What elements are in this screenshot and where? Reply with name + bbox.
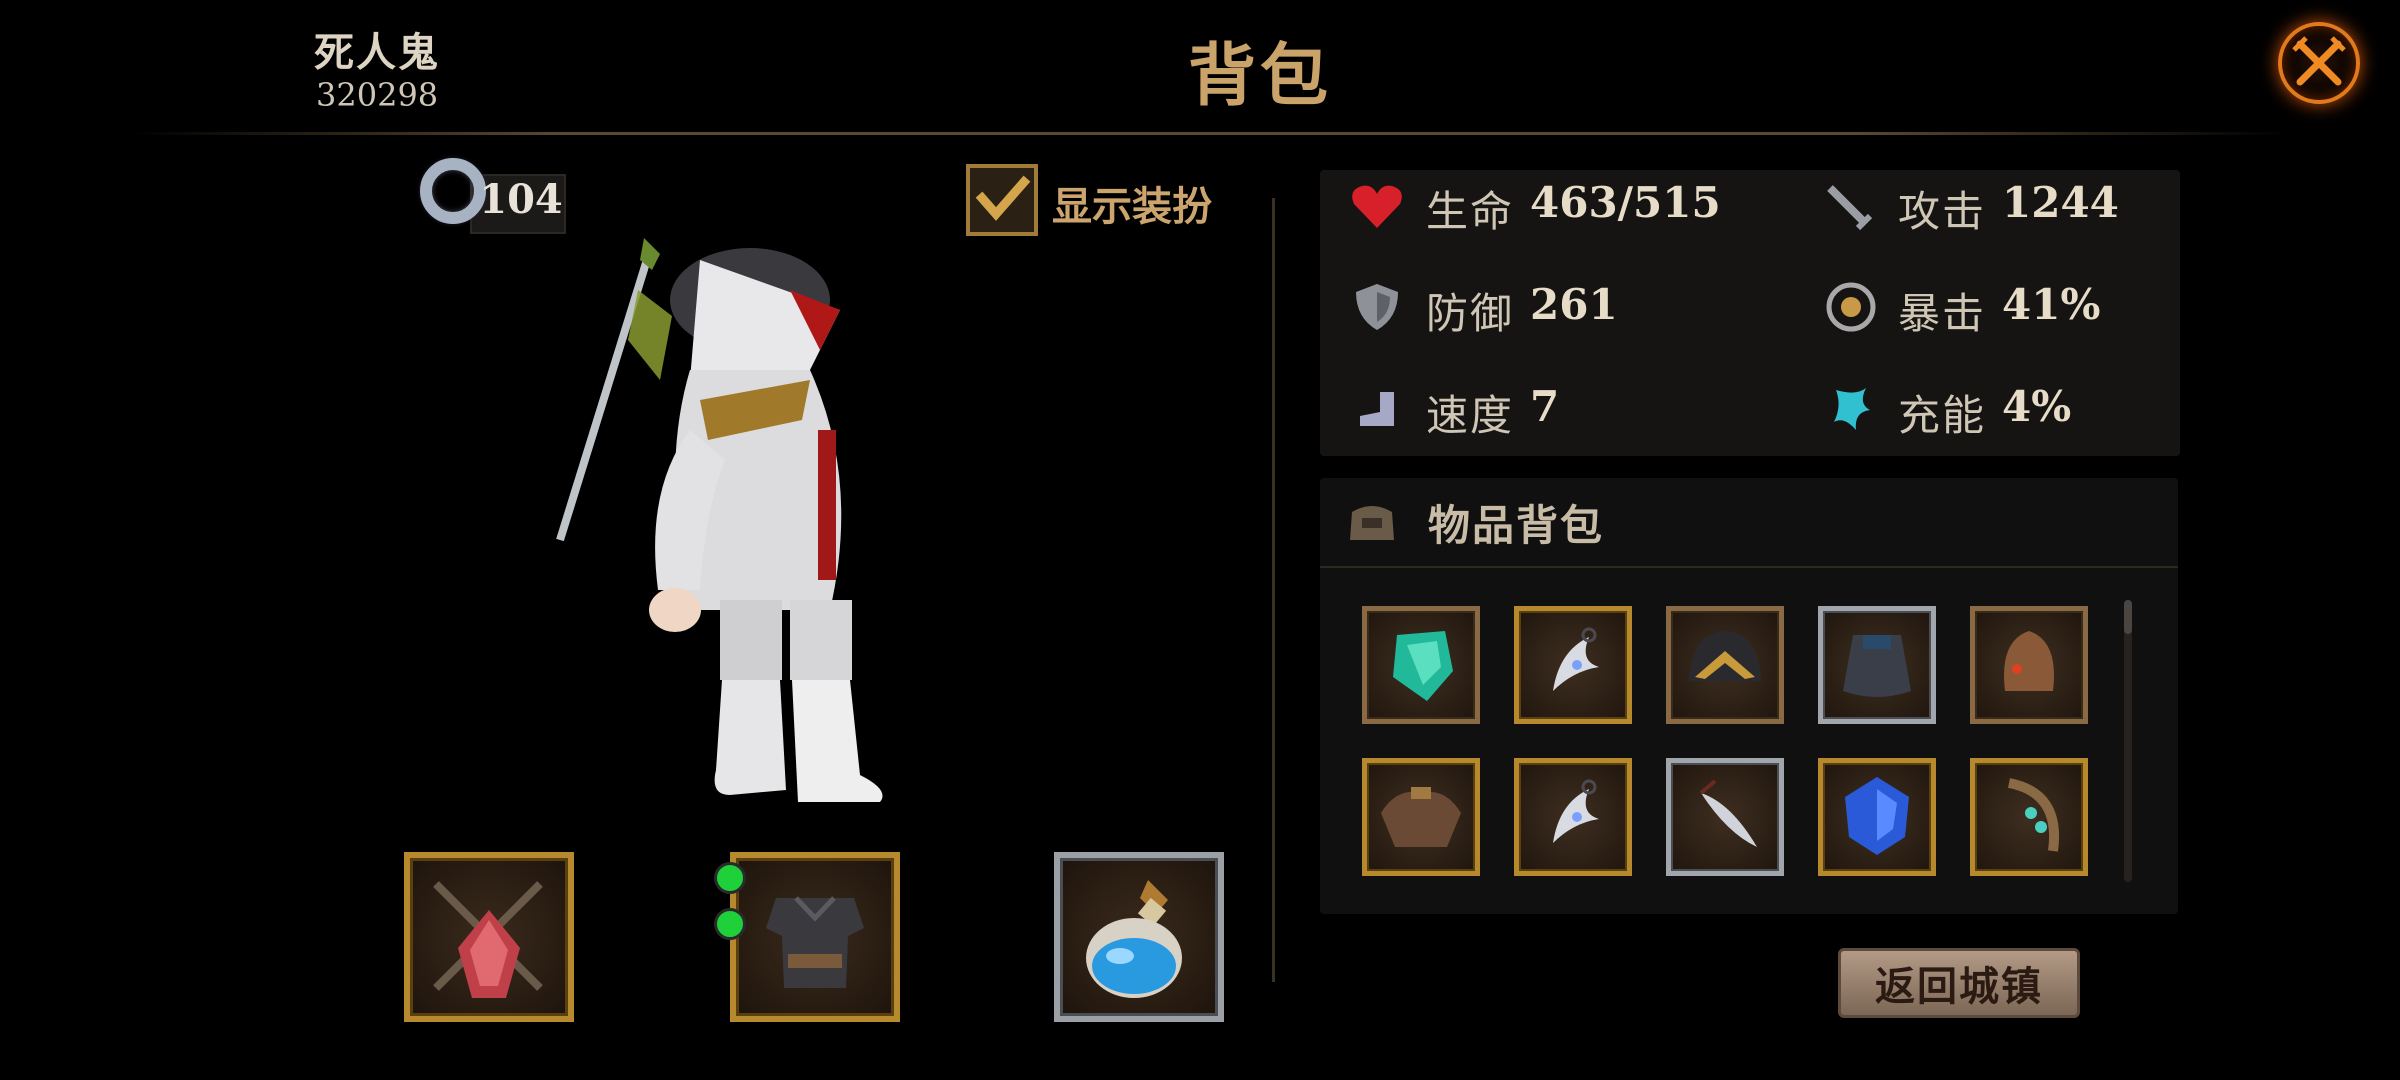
- crescent-amulet-icon: [1553, 627, 1599, 691]
- show-outfit-checkbox[interactable]: [966, 164, 1038, 236]
- character-model[interactable]: [540, 230, 960, 810]
- critical-icon: [1826, 282, 1876, 332]
- stat-value-hp: 463/515: [1530, 178, 1721, 227]
- energy-icon: [1834, 388, 1870, 430]
- gem-socket-1: [714, 862, 746, 894]
- leather-helmet-icon: [2004, 631, 2054, 691]
- inventory-item-8[interactable]: [1666, 758, 1784, 876]
- stat-label-energy: 充能: [1898, 391, 1987, 440]
- level-value: 104: [479, 176, 563, 223]
- inventory-item-10[interactable]: [1970, 758, 2088, 876]
- leather-shoulders-icon: [1381, 787, 1461, 847]
- green-crystal-icon: [1393, 631, 1453, 701]
- inventory-item-6[interactable]: [1362, 758, 1480, 876]
- armor-slot[interactable]: [714, 852, 900, 1022]
- stat-value-attack: 1244: [2002, 178, 2119, 227]
- gem-socket-2: [714, 908, 746, 940]
- inventory-item-2[interactable]: [1514, 606, 1632, 724]
- boot-icon: [1360, 392, 1394, 426]
- inventory-title: 物品背包: [1428, 501, 1605, 550]
- dark-helmet-icon: [1689, 631, 1761, 681]
- stat-label-hp: 生命: [1426, 187, 1515, 236]
- return-to-town-label: 返回城镇: [1875, 963, 2043, 1010]
- blue-potion-icon: [1086, 880, 1182, 998]
- inventory-item-7[interactable]: [1514, 758, 1632, 876]
- stat-value-defense: 261: [1530, 280, 1618, 329]
- heart-icon: [1352, 185, 1402, 228]
- stat-label-speed: 速度: [1426, 391, 1515, 440]
- bracelet-icon: [2007, 778, 2059, 852]
- page-title: 背包: [1187, 36, 1332, 116]
- inventory-item-4[interactable]: [1818, 606, 1936, 724]
- inventory-item-9[interactable]: [1818, 758, 1936, 876]
- inventory-item-3[interactable]: [1666, 606, 1784, 724]
- shield-icon: [1356, 284, 1398, 330]
- inventory-scroll-thumb[interactable]: [2124, 600, 2132, 634]
- close-crossed-swords-icon: [2292, 36, 2346, 86]
- dagger-amulet-icon: [1699, 779, 1757, 847]
- checkmark-icon: [975, 175, 1031, 221]
- weapon-slot[interactable]: [404, 852, 574, 1022]
- header-divider: [130, 132, 2290, 135]
- close-button[interactable]: [2278, 22, 2360, 104]
- player-name: 死人鬼: [314, 29, 440, 76]
- crescent-amulet-icon: [1553, 779, 1599, 843]
- vertical-divider: [1272, 198, 1275, 982]
- inventory-item-1[interactable]: [1362, 606, 1480, 724]
- inventory-item-5[interactable]: [1970, 606, 2088, 724]
- blue-gem-icon: [1845, 777, 1909, 855]
- player-id: 320298: [316, 76, 439, 114]
- stat-label-critical: 暴击: [1898, 289, 1987, 338]
- show-outfit-label[interactable]: 显示装扮: [1052, 174, 1212, 232]
- bag-icon: [1350, 506, 1394, 540]
- inventory-divider: [1320, 566, 2178, 568]
- crossed-blades-icon: [433, 881, 543, 998]
- dark-armor-icon: [766, 896, 864, 988]
- inventory-scrollbar[interactable]: [2124, 600, 2132, 882]
- stat-value-speed: 7: [1530, 382, 1560, 431]
- stat-label-attack: 攻击: [1898, 187, 1987, 236]
- potion-slot[interactable]: [1054, 852, 1224, 1022]
- stat-value-critical: 41%: [2002, 280, 2101, 329]
- dark-cape-icon: [1843, 635, 1911, 697]
- stat-label-defense: 防御: [1426, 289, 1515, 338]
- sword-icon: [1827, 185, 1873, 231]
- stat-value-energy: 4%: [2002, 382, 2072, 431]
